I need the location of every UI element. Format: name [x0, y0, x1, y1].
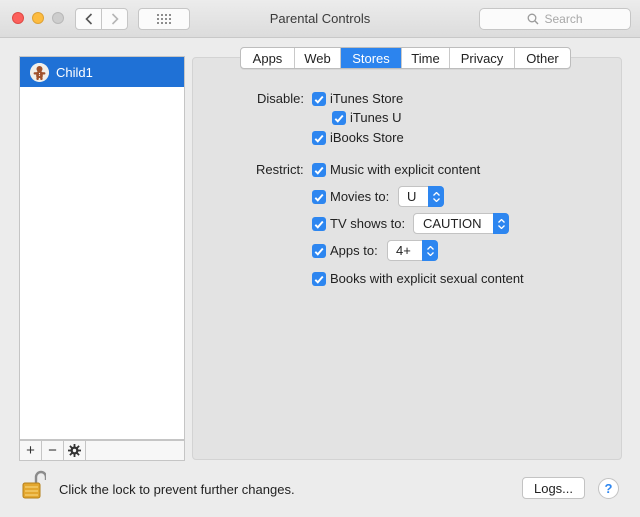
- add-user-button[interactable]: +: [20, 441, 42, 460]
- itunes-store-label[interactable]: iTunes Store: [330, 91, 403, 106]
- lock-button[interactable]: [22, 470, 48, 500]
- user-actions-button[interactable]: [64, 441, 86, 460]
- movies-checkbox[interactable]: [312, 190, 326, 204]
- tv-rating-value: CAUTION: [423, 216, 482, 231]
- apps-rating-popup[interactable]: 4+: [387, 240, 438, 261]
- itunes-u-label[interactable]: iTunes U: [350, 110, 402, 125]
- tab-stores[interactable]: Stores: [341, 48, 402, 68]
- checkmark-icon: [334, 114, 344, 123]
- tab-time[interactable]: Time: [402, 48, 450, 68]
- movies-label[interactable]: Movies to:: [330, 189, 389, 204]
- disable-section-label: Disable:: [257, 91, 304, 106]
- books-explicit-label[interactable]: Books with explicit sexual content: [330, 271, 524, 286]
- checkmark-icon: [314, 275, 324, 284]
- user-list[interactable]: Child1: [19, 56, 185, 440]
- checkmark-icon: [314, 134, 324, 143]
- user-avatar: [30, 62, 49, 82]
- itunes-store-checkbox[interactable]: [312, 92, 326, 106]
- tab-bar: Apps Web Stores Time Privacy Other: [240, 47, 571, 69]
- remove-user-button[interactable]: −: [42, 441, 64, 460]
- window-titlebar: Parental Controls Search: [0, 0, 640, 38]
- user-name: Child1: [56, 64, 93, 80]
- lock-hint-text: Click the lock to prevent further change…: [59, 482, 295, 497]
- movies-rating-popup[interactable]: U: [398, 186, 444, 207]
- apps-checkbox[interactable]: [312, 244, 326, 258]
- tab-apps[interactable]: Apps: [241, 48, 295, 68]
- itunes-u-checkbox[interactable]: [332, 111, 346, 125]
- user-list-toolbar: + −: [19, 440, 185, 461]
- checkmark-icon: [314, 220, 324, 229]
- ibooks-store-label[interactable]: iBooks Store: [330, 130, 404, 145]
- updown-arrows-icon: [422, 240, 438, 261]
- checkmark-icon: [314, 247, 324, 256]
- user-row-child1[interactable]: Child1: [20, 57, 184, 87]
- search-placeholder: Search: [544, 12, 583, 26]
- books-explicit-checkbox[interactable]: [312, 272, 326, 286]
- help-button[interactable]: ?: [598, 478, 619, 499]
- gear-icon: [68, 444, 81, 457]
- checkmark-icon: [314, 166, 324, 175]
- music-explicit-checkbox[interactable]: [312, 163, 326, 177]
- updown-arrows-icon: [493, 213, 509, 234]
- music-explicit-label[interactable]: Music with explicit content: [330, 162, 480, 177]
- tab-web[interactable]: Web: [295, 48, 341, 68]
- search-field[interactable]: Search: [479, 8, 631, 30]
- gingerbread-avatar-icon: [30, 62, 49, 82]
- checkmark-icon: [314, 95, 324, 104]
- tab-other[interactable]: Other: [515, 48, 570, 68]
- tv-rating-popup[interactable]: CAUTION: [413, 213, 509, 234]
- magnifier-icon: [528, 13, 539, 25]
- movies-rating-value: U: [407, 189, 417, 204]
- apps-rating-value: 4+: [396, 243, 411, 258]
- ibooks-store-checkbox[interactable]: [312, 131, 326, 145]
- restrict-section-label: Restrict:: [256, 162, 304, 177]
- tab-privacy[interactable]: Privacy: [450, 48, 515, 68]
- logs-button[interactable]: Logs...: [522, 477, 585, 499]
- checkmark-icon: [314, 193, 324, 202]
- unlocked-padlock-icon: [22, 470, 48, 499]
- apps-label[interactable]: Apps to:: [330, 243, 378, 258]
- tv-shows-label[interactable]: TV shows to:: [330, 216, 405, 231]
- updown-arrows-icon: [428, 186, 444, 207]
- tv-shows-checkbox[interactable]: [312, 217, 326, 231]
